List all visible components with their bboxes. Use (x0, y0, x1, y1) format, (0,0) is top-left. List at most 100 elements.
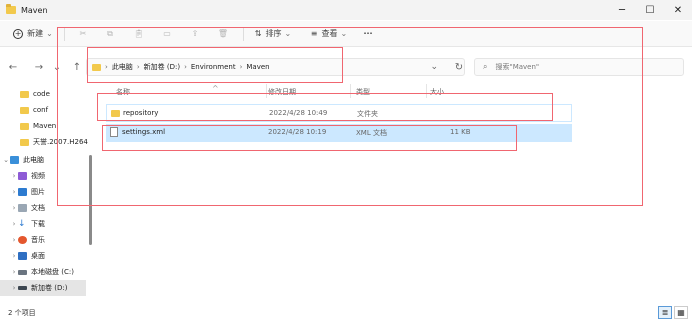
sidebar-item-label: 新加卷 (D:) (31, 284, 68, 292)
sort-indicator-icon: ^ (212, 83, 219, 93)
sidebar-item-desktop[interactable]: › 桌面 (0, 248, 45, 264)
chevron-right-icon[interactable]: › (10, 188, 18, 196)
file-type: 文件夹 (357, 110, 378, 118)
plus-circle-icon: + (13, 28, 24, 39)
search-input[interactable]: ⌕ 搜索"Maven" (474, 58, 684, 76)
sidebar-item-this-pc[interactable]: ⌄ 此电脑 (0, 152, 44, 168)
folder-icon (111, 110, 120, 117)
sidebar-item-network[interactable]: › 网络 (0, 298, 45, 302)
download-icon: ↓ (18, 219, 26, 229)
column-divider (426, 84, 427, 98)
folder-icon (6, 4, 16, 14)
view-toggle: ≣ ▦ (656, 306, 688, 319)
column-header-date[interactable]: 修改日期 (268, 84, 296, 100)
chevron-right-icon[interactable]: › (10, 252, 18, 260)
sort-label: 排序 (265, 29, 282, 38)
address-dropdown-icon[interactable]: ⌄ (430, 62, 438, 72)
more-button[interactable]: ··· (354, 24, 382, 44)
sidebar-item-videos[interactable]: › 视频 (0, 168, 45, 184)
folder-icon (92, 63, 101, 71)
address-bar[interactable]: › 此电脑 › 新加卷 (D:) › Environment › Maven ⌄ (86, 58, 465, 76)
sidebar-item-drive-c[interactable]: › 本地磁盘 (C:) (0, 264, 74, 280)
delete-button[interactable]: 🗑︎ (209, 24, 237, 44)
file-name: repository (123, 109, 159, 117)
status-bar: 2 个项目 ≣ ▦ (0, 304, 692, 322)
sidebar-item-label: 视频 (31, 172, 45, 180)
folder-icon (20, 106, 29, 114)
sidebar-item-music[interactable]: › 音乐 (0, 232, 45, 248)
column-header-size[interactable]: 大小 (430, 84, 444, 100)
address-row: ← → ⌄ ↑ › 此电脑 › 新加卷 (D:) › Environment ›… (0, 52, 692, 82)
divider (243, 26, 244, 41)
explorer-window: Maven ─ ☐ ✕ + 新建 ⌄ ✂ ⧉ 📋︎ ▭ ⇪ 🗑︎ ⇅ 排序 ⌄ … (0, 0, 692, 322)
tiles-view-button[interactable]: ▦ (674, 306, 688, 319)
table-row[interactable]: settings.xml 2022/4/28 10:19 XML 文档 11 K… (106, 124, 572, 142)
chevron-down-icon: ⌄ (46, 29, 53, 38)
sidebar-item-pictures[interactable]: › 图片 (0, 184, 45, 200)
sidebar-item-label: 桌面 (31, 252, 45, 260)
divider (64, 26, 65, 41)
sidebar-item-label: Maven (33, 122, 57, 130)
sidebar-item-downloads[interactable]: › ↓ 下载 (0, 216, 45, 232)
column-divider (350, 84, 351, 98)
sidebar-item-conf[interactable]: conf (0, 102, 48, 118)
sidebar-item-drive-d[interactable]: › 新加卷 (D:) (0, 280, 86, 296)
refresh-button[interactable]: ↻ (450, 57, 468, 77)
share-button[interactable]: ⇪ (181, 24, 209, 44)
folder-icon (20, 90, 29, 98)
table-row[interactable]: repository 2022/4/28 10:49 文件夹 (106, 104, 572, 122)
new-button[interactable]: + 新建 ⌄ (8, 24, 58, 44)
desktop-icon (18, 252, 27, 260)
cut-button[interactable]: ✂ (71, 24, 95, 44)
view-button[interactable]: ≡ 查看 ⌄ (304, 24, 354, 44)
paste-icon: 📋︎ (133, 29, 145, 38)
file-name: settings.xml (122, 128, 166, 136)
sort-button[interactable]: ⇅ 排序 ⌄ (250, 24, 296, 44)
sidebar-scrollbar[interactable] (89, 155, 92, 245)
column-header-type[interactable]: 类型 (356, 84, 370, 100)
sidebar-item-label: conf (33, 106, 49, 114)
rename-button[interactable]: ▭ (153, 24, 181, 44)
picture-icon (18, 188, 27, 196)
minimize-button[interactable]: ─ (608, 0, 636, 20)
drive-icon (18, 269, 27, 275)
maximize-button[interactable]: ☐ (636, 0, 664, 20)
breadcrumb-maven[interactable]: Maven (246, 63, 269, 71)
chevron-right-icon[interactable]: › (10, 172, 18, 180)
chevron-right-icon[interactable]: › (10, 284, 18, 292)
recent-button[interactable]: ⌄ (48, 57, 66, 77)
cut-icon: ✂ (79, 29, 87, 38)
chevron-right-icon[interactable]: › (10, 236, 18, 244)
paste-button[interactable]: 📋︎ (125, 24, 153, 44)
sidebar-item-tianyu[interactable]: 天誉.2007.H264 (0, 134, 88, 150)
sidebar-item-label: 音乐 (31, 236, 45, 244)
column-header-name[interactable]: 名称 (116, 84, 130, 100)
forward-button[interactable]: → (30, 57, 48, 77)
copy-button[interactable]: ⧉ (95, 24, 125, 44)
chevron-right-icon[interactable]: › (10, 204, 18, 212)
sidebar-item-maven[interactable]: Maven (0, 118, 56, 134)
details-view-button[interactable]: ≣ (658, 306, 672, 319)
close-button[interactable]: ✕ (664, 0, 692, 20)
sidebar-item-documents[interactable]: › 文档 (0, 200, 45, 216)
back-button[interactable]: ← (4, 57, 22, 77)
arrow-right-icon: → (34, 61, 44, 73)
chevron-down-icon[interactable]: ⌄ (2, 156, 10, 164)
video-icon (18, 172, 27, 180)
delete-icon: 🗑︎ (217, 29, 229, 38)
breadcrumb-this-pc[interactable]: 此电脑 (112, 62, 133, 72)
chevron-right-icon: › (239, 63, 243, 71)
chevron-right-icon[interactable]: › (10, 220, 18, 228)
window-controls: ─ ☐ ✕ (608, 0, 692, 20)
navigation-pane: code conf Maven 天誉.2007.H264 ⌄ 此电脑 › 视频 … (0, 84, 93, 302)
file-size: 11 KB (450, 128, 471, 136)
breadcrumb-drive-d[interactable]: 新加卷 (D:) (144, 62, 180, 72)
music-icon (18, 236, 27, 244)
rename-icon: ▭ (163, 29, 171, 38)
chevron-right-icon[interactable]: › (10, 268, 18, 276)
breadcrumb-environment[interactable]: Environment (191, 63, 236, 71)
sidebar-item-label: 此电脑 (23, 156, 44, 164)
arrow-up-icon: ↑ (72, 61, 82, 73)
sidebar-item-code[interactable]: code (0, 86, 50, 102)
up-button[interactable]: ↑ (68, 57, 86, 77)
